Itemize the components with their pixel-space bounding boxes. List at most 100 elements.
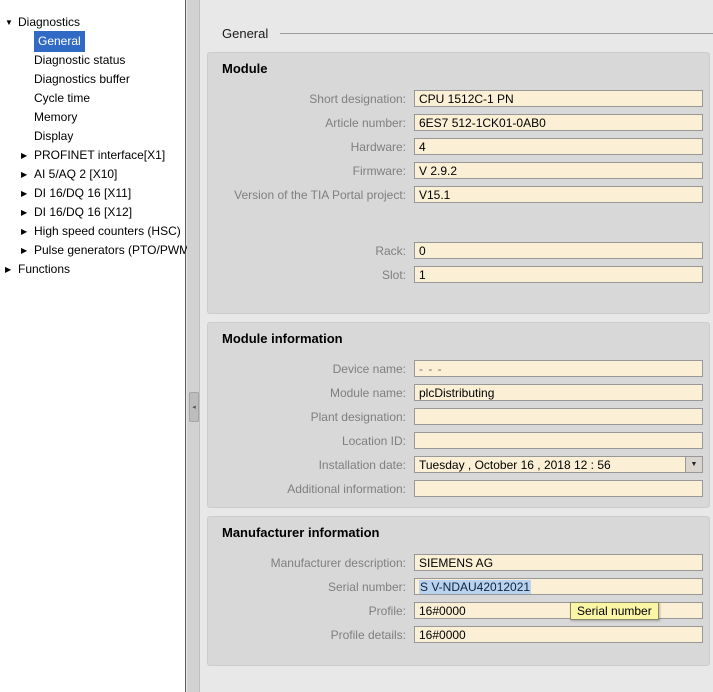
slot-label: Slot: — [208, 268, 414, 282]
pane-splitter[interactable]: ◂ — [187, 0, 200, 692]
tree-item-general[interactable]: General — [0, 32, 185, 51]
page-title-row: General — [222, 24, 713, 42]
expand-right-icon[interactable]: ▶ — [5, 260, 18, 279]
expand-right-icon[interactable]: ▶ — [21, 184, 34, 203]
installation-date-label: Installation date: — [208, 458, 414, 472]
expand-right-icon[interactable]: ▶ — [21, 165, 34, 184]
article-number-field[interactable]: 6ES7 512-1CK01-0AB0 — [414, 114, 703, 131]
device-name-field[interactable]: - - - — [414, 360, 703, 377]
field-row: Plant designation: — [208, 408, 709, 425]
tree-item-functions[interactable]: ▶ Functions — [0, 260, 185, 279]
location-id-label: Location ID: — [208, 434, 414, 448]
tree-item-label: PROFINET interface[X1] — [34, 146, 165, 165]
tree-item-memory[interactable]: Memory — [0, 108, 185, 127]
section-title: Module information — [222, 331, 709, 346]
tree-item-diagnostics[interactable]: ▼ Diagnostics — [0, 13, 185, 32]
field-row: Device name: - - - — [208, 360, 709, 377]
tree-item-diagnostic-status[interactable]: Diagnostic status — [0, 51, 185, 70]
field-row: Manufacturer description: SIEMENS AG — [208, 554, 709, 571]
plant-designation-field[interactable] — [414, 408, 703, 425]
module-section: Module Short designation: CPU 1512C-1 PN… — [207, 52, 710, 314]
additional-information-label: Additional information: — [208, 482, 414, 496]
installation-date-field[interactable]: Tuesday , October 16 , 2018 12 : 56 ▼ — [414, 456, 703, 473]
module-name-label: Module name: — [208, 386, 414, 400]
tia-portal-version-label: Version of the TIA Portal project: — [208, 188, 414, 202]
tree-item-high-speed-counters[interactable]: ▶ High speed counters (HSC) — [0, 222, 185, 241]
profile-field[interactable]: 16#0000 — [414, 602, 703, 619]
field-row: Location ID: — [208, 432, 709, 449]
section-title: Manufacturer information — [222, 525, 709, 540]
profile-details-label: Profile details: — [208, 628, 414, 642]
tree-item-label: Diagnostic status — [34, 51, 125, 70]
tree-item-label: Cycle time — [34, 89, 90, 108]
field-value: 16#0000 — [419, 604, 466, 618]
serial-number-tooltip: Serial number — [570, 602, 659, 620]
tree-item-ai5-aq2[interactable]: ▶ AI 5/AQ 2 [X10] — [0, 165, 185, 184]
plant-designation-label: Plant designation: — [208, 410, 414, 424]
field-row: Installation date: Tuesday , October 16 … — [208, 456, 709, 473]
navigation-tree: ▼ Diagnostics General Diagnostic status … — [0, 0, 186, 692]
device-name-label: Device name: — [208, 362, 414, 376]
field-value: - - - — [419, 362, 443, 376]
splitter-collapse-icon[interactable]: ◂ — [189, 392, 199, 422]
rack-field[interactable]: 0 — [414, 242, 703, 259]
module-information-section: Module information Device name: - - - Mo… — [207, 322, 710, 508]
tree-item-label: General — [34, 31, 85, 52]
expand-right-icon[interactable]: ▶ — [21, 241, 34, 260]
diagnostics-window: ▼ Diagnostics General Diagnostic status … — [0, 0, 713, 692]
field-value: CPU 1512C-1 PN — [419, 92, 514, 106]
tree-item-label: Memory — [34, 108, 77, 127]
hardware-label: Hardware: — [208, 140, 414, 154]
general-panel: General Module Short designation: CPU 15… — [200, 0, 713, 692]
module-name-field[interactable]: plcDistributing — [414, 384, 703, 401]
field-row: Serial number: S V-NDAU42012021 — [208, 578, 709, 595]
tree-item-label: DI 16/DQ 16 [X11] — [34, 184, 131, 203]
tree-item-label: Pulse generators (PTO/PWM) — [34, 241, 193, 260]
serial-number-label: Serial number: — [208, 580, 414, 594]
tree-item-di16-dq16-x12[interactable]: ▶ DI 16/DQ 16 [X12] — [0, 203, 185, 222]
tree-item-display[interactable]: Display — [0, 127, 185, 146]
field-value-selected: S V-NDAU42012021 — [419, 580, 531, 594]
tia-portal-version-field[interactable]: V15.1 — [414, 186, 703, 203]
field-row: Additional information: — [208, 480, 709, 497]
title-rule — [280, 33, 713, 34]
expand-right-icon[interactable]: ▶ — [21, 146, 34, 165]
field-row: Slot: 1 — [208, 266, 709, 283]
field-row: Rack: 0 — [208, 242, 709, 259]
field-value: 1 — [419, 268, 426, 282]
date-dropdown-button[interactable]: ▼ — [685, 457, 702, 472]
tree-item-label: Functions — [18, 260, 70, 279]
firmware-field[interactable]: V 2.9.2 — [414, 162, 703, 179]
tree-item-label: Diagnostics — [18, 13, 80, 32]
serial-number-field[interactable]: S V-NDAU42012021 — [414, 578, 703, 595]
manufacturer-description-label: Manufacturer description: — [208, 556, 414, 570]
field-row: Profile details: 16#0000 — [208, 626, 709, 643]
tree-item-diagnostics-buffer[interactable]: Diagnostics buffer — [0, 70, 185, 89]
field-row: Firmware: V 2.9.2 — [208, 162, 709, 179]
section-gap — [208, 210, 709, 242]
field-row: Version of the TIA Portal project: V15.1 — [208, 186, 709, 203]
tree-item-label: Diagnostics buffer — [34, 70, 130, 89]
tree-item-pulse-generators[interactable]: ▶ Pulse generators (PTO/PWM) — [0, 241, 185, 260]
profile-details-field[interactable]: 16#0000 — [414, 626, 703, 643]
tree-item-cycle-time[interactable]: Cycle time — [0, 89, 185, 108]
tree-item-profinet-interface[interactable]: ▶ PROFINET interface[X1] — [0, 146, 185, 165]
short-designation-field[interactable]: CPU 1512C-1 PN — [414, 90, 703, 107]
tree-item-di16-dq16-x11[interactable]: ▶ DI 16/DQ 16 [X11] — [0, 184, 185, 203]
chevron-down-icon: ▼ — [691, 461, 698, 468]
field-value: Tuesday , October 16 , 2018 12 : 56 — [419, 458, 611, 472]
additional-information-field[interactable] — [414, 480, 703, 497]
field-value: plcDistributing — [419, 386, 494, 400]
profile-label: Profile: — [208, 604, 414, 618]
hardware-field[interactable]: 4 — [414, 138, 703, 155]
field-value: V 2.9.2 — [419, 164, 457, 178]
manufacturer-description-field[interactable]: SIEMENS AG — [414, 554, 703, 571]
expand-down-icon[interactable]: ▼ — [5, 13, 18, 32]
slot-field[interactable]: 1 — [414, 266, 703, 283]
field-row: Module name: plcDistributing — [208, 384, 709, 401]
expand-right-icon[interactable]: ▶ — [21, 203, 34, 222]
expand-right-icon[interactable]: ▶ — [21, 222, 34, 241]
firmware-label: Firmware: — [208, 164, 414, 178]
field-value: V15.1 — [419, 188, 450, 202]
location-id-field[interactable] — [414, 432, 703, 449]
